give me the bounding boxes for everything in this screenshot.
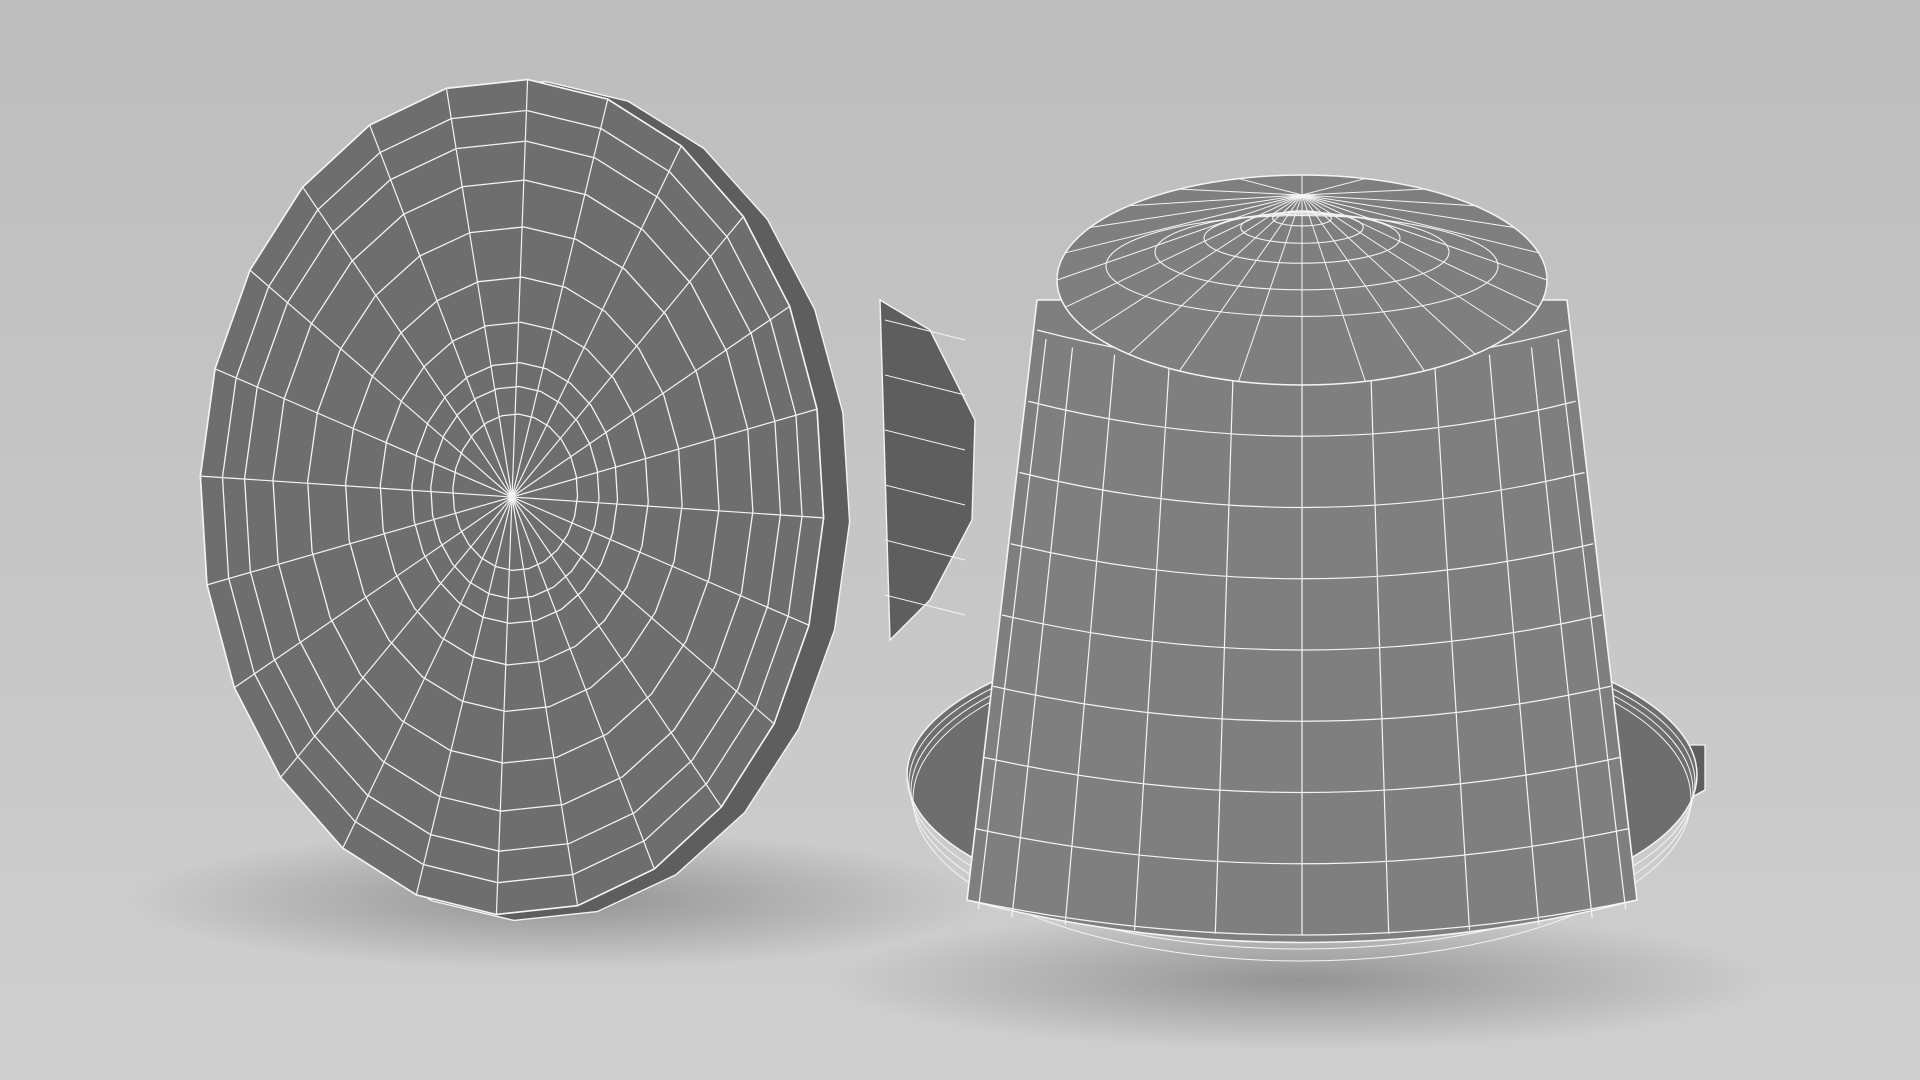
- render-canvas: [0, 0, 1920, 1080]
- render-viewport: [0, 0, 1920, 1080]
